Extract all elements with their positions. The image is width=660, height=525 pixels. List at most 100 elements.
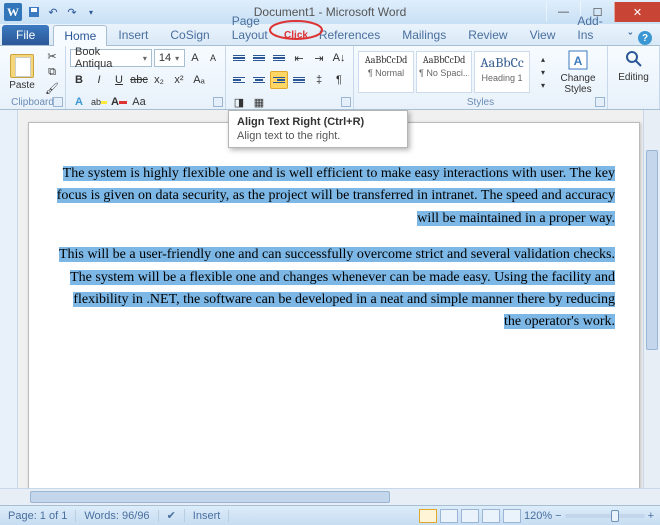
- paragraph-dialog-launcher[interactable]: [341, 97, 351, 107]
- save-icon[interactable]: [26, 4, 42, 20]
- strikethrough-button[interactable]: abc: [130, 71, 148, 89]
- justify-icon[interactable]: [290, 71, 308, 89]
- style-no-spacing[interactable]: AaBbCcDd ¶ No Spaci...: [416, 51, 472, 93]
- styles-more-icon[interactable]: ▾: [534, 79, 552, 91]
- shrink-font-icon[interactable]: A: [205, 49, 221, 67]
- status-proofing-icon[interactable]: ✔: [159, 509, 185, 522]
- qat-customize-icon[interactable]: ▾: [83, 4, 99, 20]
- grow-font-icon[interactable]: A: [187, 49, 203, 67]
- group-styles: AaBbCcDd ¶ Normal AaBbCcDd ¶ No Spaci...…: [354, 46, 608, 109]
- status-mode[interactable]: Insert: [185, 510, 230, 522]
- app-icon: W: [4, 3, 22, 21]
- tab-review[interactable]: Review: [457, 24, 518, 45]
- svg-text:A: A: [574, 54, 583, 68]
- view-outline-icon[interactable]: [482, 509, 500, 523]
- zoom-slider[interactable]: [565, 514, 645, 518]
- group-paragraph: ⇤ ⇥ A↓ ‡ ¶ ◨ ▦ Paragraph: [226, 46, 354, 109]
- vscroll-thumb[interactable]: [646, 150, 658, 350]
- cut-icon[interactable]: ✂: [44, 49, 60, 63]
- tab-page-layout[interactable]: Page Layout: [221, 10, 308, 45]
- zoom-knob[interactable]: [611, 510, 619, 522]
- styles-scroll-up-icon[interactable]: ▴: [534, 53, 552, 65]
- undo-icon[interactable]: ↶: [45, 4, 61, 20]
- change-case-icon[interactable]: Aa: [130, 93, 148, 111]
- status-words[interactable]: Words: 96/96: [76, 510, 158, 522]
- highlight-color-icon[interactable]: ab: [90, 93, 108, 111]
- find-icon: [623, 48, 645, 70]
- format-painter-icon[interactable]: 🖌: [44, 81, 60, 95]
- paste-button[interactable]: Paste: [4, 49, 40, 95]
- styles-label: Styles: [358, 96, 603, 109]
- document-area: ▤ Align Text Right (Ctrl+R) Align text t…: [0, 110, 660, 505]
- editing-button[interactable]: Editing: [612, 48, 656, 83]
- tab-add-ins[interactable]: Add-Ins: [566, 10, 628, 45]
- copy-icon[interactable]: ⧉: [44, 65, 60, 79]
- tab-insert[interactable]: Insert: [107, 24, 159, 45]
- tab-cosign[interactable]: CoSign: [159, 24, 220, 45]
- zoom-in-button[interactable]: +: [648, 510, 654, 522]
- underline-button[interactable]: U: [110, 71, 128, 89]
- vertical-scrollbar[interactable]: [643, 110, 660, 488]
- redo-icon[interactable]: ↷: [64, 4, 80, 20]
- tooltip-title: Align Text Right (Ctrl+R): [237, 116, 399, 128]
- view-draft-icon[interactable]: [503, 509, 521, 523]
- view-full-screen-icon[interactable]: [440, 509, 458, 523]
- view-print-layout-icon[interactable]: [419, 509, 437, 523]
- decrease-indent-icon[interactable]: ⇤: [290, 49, 308, 67]
- group-font: Book Antiqua▾ 14▾ A A B I U abc x₂ x² Aₐ…: [66, 46, 226, 109]
- subscript-button[interactable]: x₂: [150, 71, 168, 89]
- increase-indent-icon[interactable]: ⇥: [310, 49, 328, 67]
- paragraph-1: The system is highly flexible one and is…: [57, 166, 615, 226]
- minimize-ribbon-icon[interactable]: ˇ: [628, 32, 632, 44]
- show-hide-icon[interactable]: ¶: [330, 71, 348, 89]
- bold-button[interactable]: B: [70, 71, 88, 89]
- editing-label: [612, 96, 655, 109]
- tab-mailings[interactable]: Mailings: [391, 24, 457, 45]
- style-normal[interactable]: AaBbCcDd ¶ Normal: [358, 51, 414, 93]
- bullets-icon[interactable]: [230, 49, 248, 67]
- font-color-icon[interactable]: A: [110, 93, 128, 111]
- document-page[interactable]: The system is highly flexible one and is…: [28, 122, 640, 505]
- ribbon-tabs: File Home Insert CoSign Page Layout Refe…: [0, 24, 660, 46]
- tab-references[interactable]: References: [308, 24, 391, 45]
- shading-icon[interactable]: ◨: [230, 93, 248, 111]
- zoom-out-button[interactable]: −: [555, 510, 561, 522]
- change-styles-icon: A: [567, 49, 589, 71]
- tab-view[interactable]: View: [519, 24, 567, 45]
- group-editing: Editing: [608, 46, 660, 109]
- multilevel-list-icon[interactable]: [270, 49, 288, 67]
- clear-formatting-icon[interactable]: Aₐ: [190, 71, 208, 89]
- align-right-icon[interactable]: [270, 71, 288, 89]
- font-size-combo[interactable]: 14▾: [154, 49, 185, 67]
- font-dialog-launcher[interactable]: [213, 97, 223, 107]
- paste-icon: [10, 54, 34, 78]
- style-heading1[interactable]: AaBbCc Heading 1: [474, 51, 530, 93]
- tab-home[interactable]: Home: [53, 25, 107, 46]
- italic-button[interactable]: I: [90, 71, 108, 89]
- horizontal-scrollbar[interactable]: [0, 488, 660, 505]
- paragraph-2: This will be a user-friendly one and can…: [59, 247, 615, 329]
- status-page[interactable]: Page: 1 of 1: [0, 510, 76, 522]
- help-icon[interactable]: ?: [638, 31, 652, 45]
- text-effects-icon[interactable]: A: [70, 93, 88, 111]
- tooltip-body: Align text to the right.: [237, 130, 399, 142]
- styles-scroll-down-icon[interactable]: ▾: [534, 66, 552, 78]
- numbering-icon[interactable]: [250, 49, 268, 67]
- clipboard-dialog-launcher[interactable]: [53, 97, 63, 107]
- borders-icon[interactable]: ▦: [250, 93, 268, 111]
- title-bar: W ↶ ↷ ▾ Document1 - Microsoft Word — ☐ ✕: [0, 0, 660, 24]
- styles-dialog-launcher[interactable]: [595, 97, 605, 107]
- line-spacing-icon[interactable]: ‡: [310, 71, 328, 89]
- zoom-level[interactable]: 120%: [524, 510, 552, 522]
- view-web-layout-icon[interactable]: [461, 509, 479, 523]
- font-family-combo[interactable]: Book Antiqua▾: [70, 49, 152, 67]
- change-styles-button[interactable]: A Change Styles: [556, 49, 600, 95]
- align-left-icon[interactable]: [230, 71, 248, 89]
- superscript-button[interactable]: x²: [170, 71, 188, 89]
- align-center-icon[interactable]: [250, 71, 268, 89]
- sort-icon[interactable]: A↓: [330, 49, 348, 67]
- ribbon: Paste ✂ ⧉ 🖌 Clipboard Book Antiqua▾ 14▾ …: [0, 46, 660, 110]
- hscroll-thumb[interactable]: [30, 491, 390, 503]
- file-tab[interactable]: File: [2, 25, 49, 45]
- paste-label: Paste: [9, 80, 35, 91]
